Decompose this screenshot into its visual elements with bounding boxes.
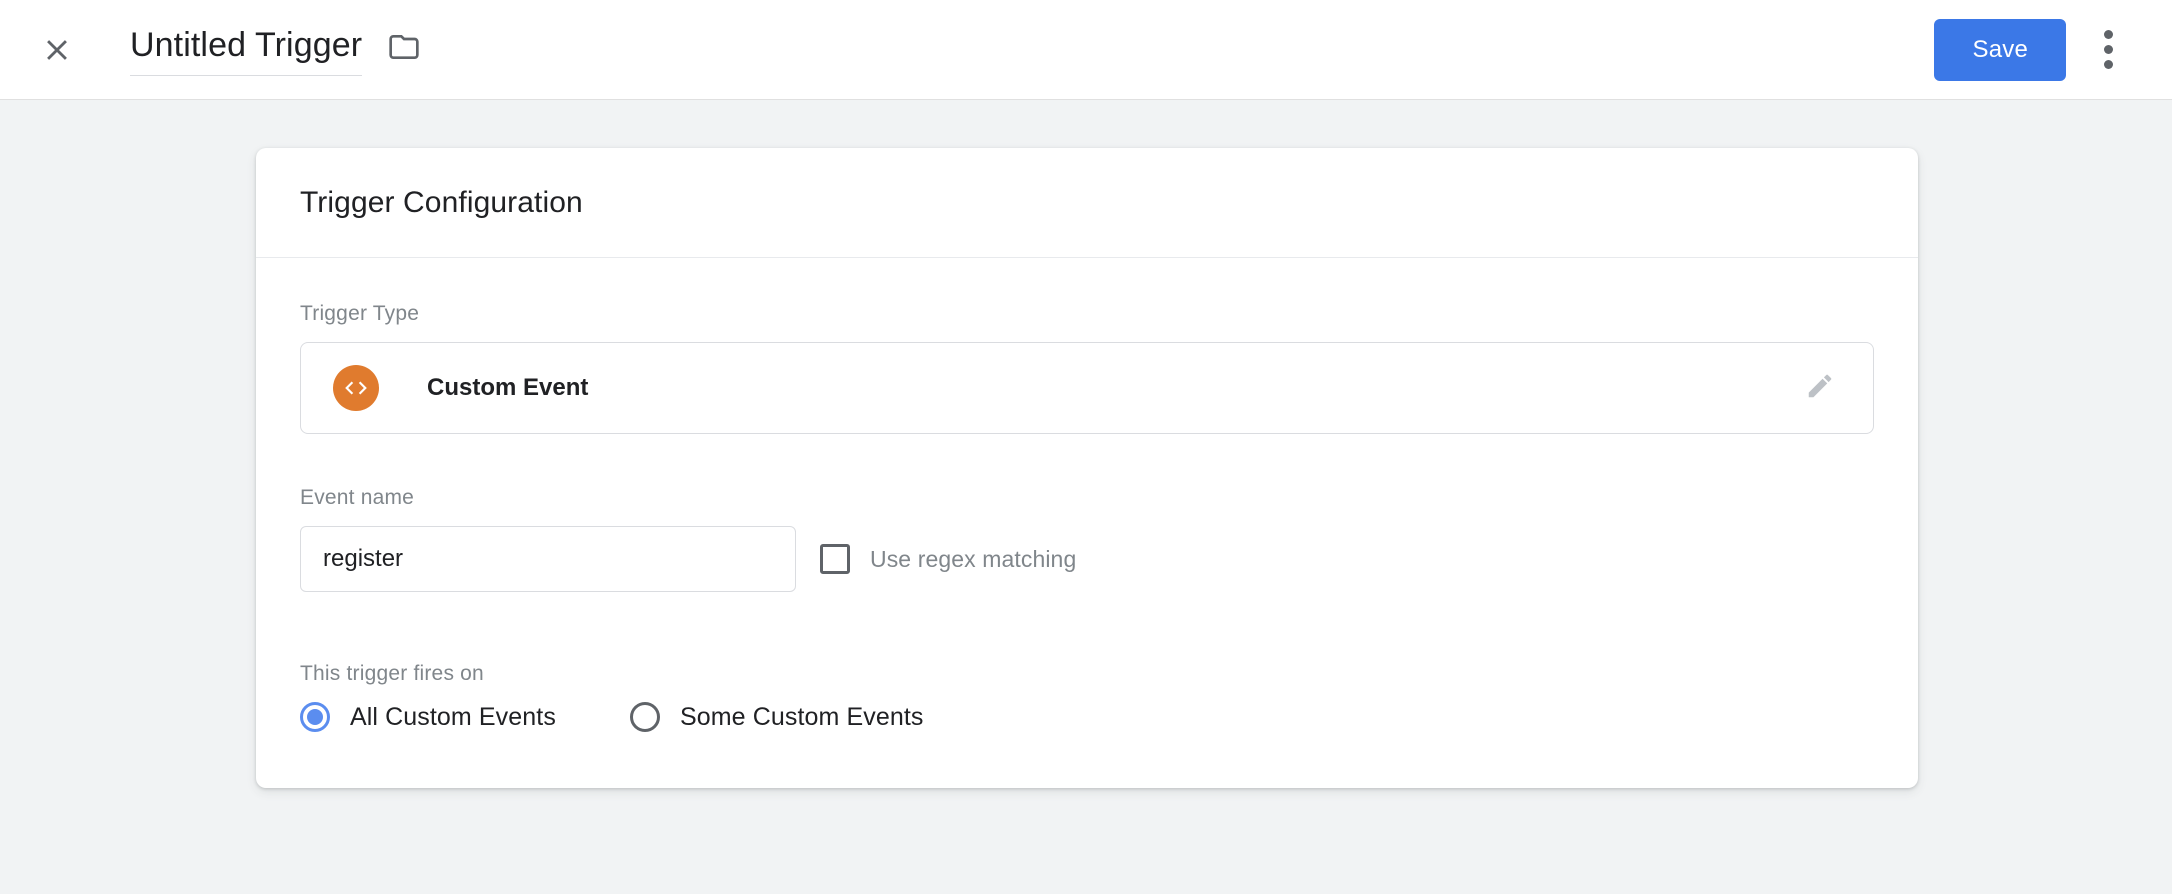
more-options-button[interactable]	[2082, 24, 2134, 76]
card-header: Trigger Configuration	[256, 148, 1918, 258]
event-name-section: Event name Use regex matching	[300, 486, 1874, 592]
trigger-type-row[interactable]: Custom Event	[300, 342, 1874, 434]
checkbox-icon[interactable]	[820, 544, 850, 574]
header-actions: Save	[1934, 18, 2134, 81]
close-icon	[40, 33, 74, 67]
code-brackets-icon	[333, 365, 379, 411]
title-group: Untitled Trigger	[130, 23, 1934, 76]
fires-on-label: This trigger fires on	[300, 662, 484, 685]
event-name-input[interactable]	[300, 526, 796, 592]
event-name-label: Event name	[300, 486, 415, 509]
trigger-configuration-card: Trigger Configuration Trigger Type Custo…	[256, 148, 1918, 788]
folder-button[interactable]	[384, 30, 424, 70]
fires-on-section: This trigger fires on All Custom Events …	[300, 662, 1874, 732]
use-regex-checkbox[interactable]: Use regex matching	[820, 544, 1076, 574]
more-vert-icon	[2103, 30, 2113, 69]
trigger-type-label: Trigger Type	[300, 302, 420, 325]
fires-on-radio-group: All Custom Events Some Custom Events	[300, 702, 1874, 732]
use-regex-label: Use regex matching	[870, 545, 1077, 572]
page-body: Trigger Configuration Trigger Type Custo…	[0, 100, 2172, 894]
radio-some-custom-events-label: Some Custom Events	[679, 702, 924, 731]
event-name-row: Use regex matching	[300, 526, 1874, 592]
app-header: Untitled Trigger Save	[0, 0, 2172, 100]
radio-selected-icon[interactable]	[300, 702, 330, 732]
radio-all-custom-events[interactable]: All Custom Events	[300, 702, 556, 732]
trigger-type-name: Custom Event	[427, 374, 589, 401]
edit-trigger-type-button[interactable]	[1797, 365, 1843, 411]
card-body: Trigger Type Custom Event Event name reg…	[256, 258, 1918, 788]
radio-all-custom-events-label: All Custom Events	[350, 702, 556, 731]
pencil-edit-icon	[1805, 371, 1835, 406]
folder-icon	[388, 31, 420, 68]
card-title: Trigger Configuration	[300, 185, 583, 219]
radio-unselected-icon[interactable]	[629, 702, 660, 732]
save-button[interactable]: Save	[1934, 18, 2066, 81]
trigger-title-input[interactable]: Untitled Trigger	[130, 23, 363, 76]
radio-some-custom-events[interactable]: Some Custom Events	[629, 702, 924, 732]
close-button[interactable]	[34, 27, 80, 73]
